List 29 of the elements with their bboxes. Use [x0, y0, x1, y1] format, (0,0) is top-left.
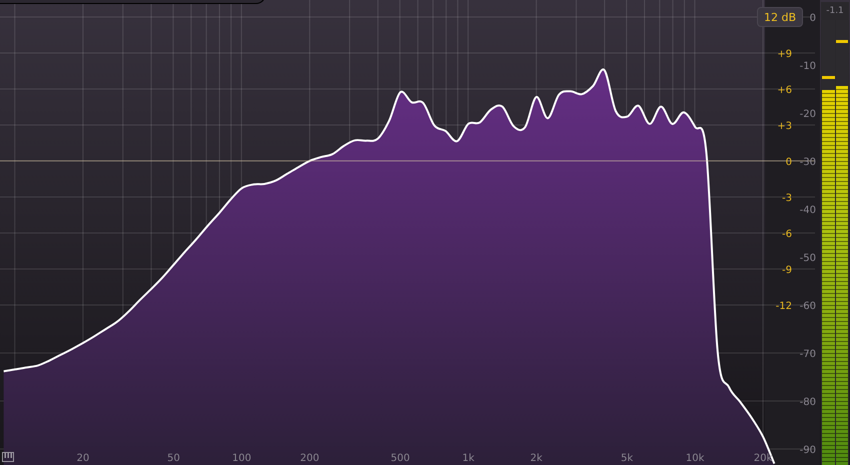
frequency-label: 10k [686, 453, 704, 464]
db-label: -60 [800, 301, 816, 312]
db-label: -90 [800, 445, 816, 456]
gain-label: -3 [782, 193, 792, 204]
frequency-label: 100 [232, 453, 252, 464]
frequency-label: 20k [754, 453, 772, 464]
frequency-label: 500 [390, 453, 410, 464]
gain-label: -12 [776, 301, 792, 312]
frequency-label: 2k [530, 453, 542, 464]
frequency-label: 5k [620, 453, 634, 464]
frequency-label: 50 [167, 453, 180, 464]
peak-reading: -1.1 [825, 5, 845, 18]
frequency-label: 20 [76, 453, 90, 464]
db-label: -10 [800, 60, 816, 72]
db-label: -80 [800, 397, 816, 408]
db-label: -50 [800, 253, 816, 264]
gain-label: -9 [782, 265, 792, 276]
frequency-label: 1k [462, 453, 474, 464]
gain-label: +6 [777, 85, 792, 96]
gain-label: +9 [777, 49, 792, 60]
piano-icon[interactable] [2, 452, 14, 462]
gain-label: +3 [777, 121, 792, 132]
frequency-label: 200 [300, 453, 320, 464]
db-label: -40 [800, 204, 816, 216]
db-label: 0 [810, 12, 816, 24]
gain-label: -6 [782, 229, 792, 240]
db-label: -70 [800, 349, 816, 360]
range-button[interactable]: 12 dB [757, 7, 803, 27]
db-label: -20 [800, 108, 816, 120]
